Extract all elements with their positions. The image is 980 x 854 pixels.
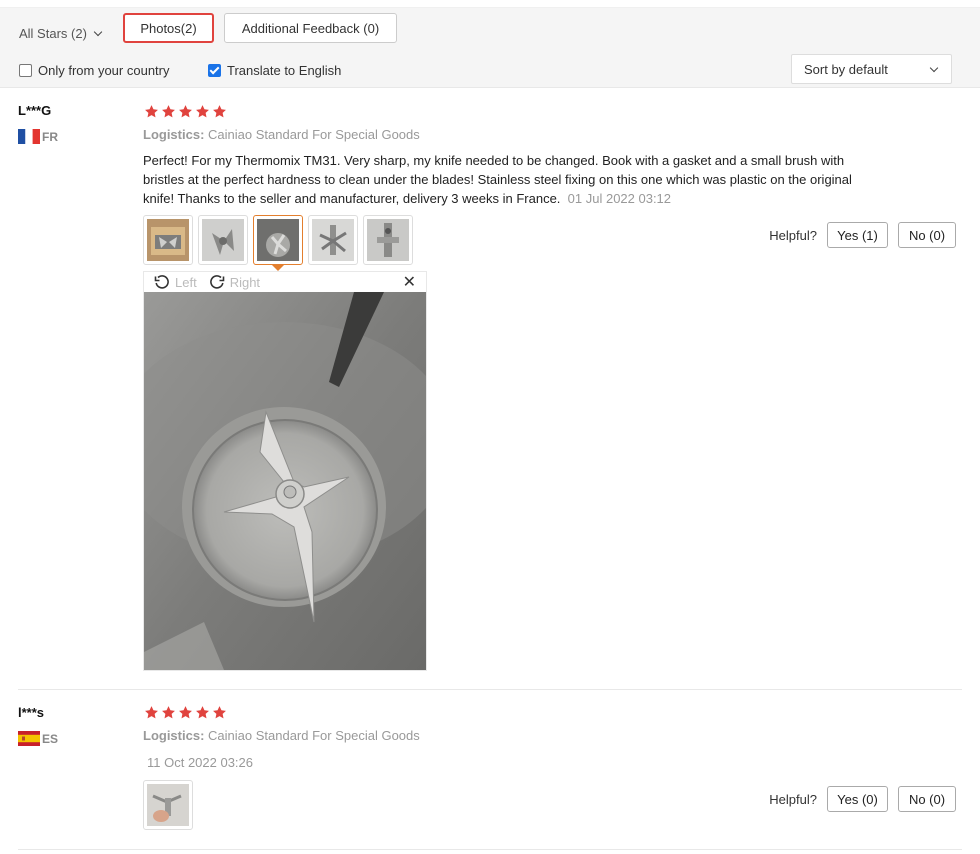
star-icon [212,705,227,720]
star-rating [144,705,227,720]
photo-thumbnail-selected[interactable] [253,215,303,271]
photo-thumbnail-image [147,219,189,261]
review-text: Perfect! For my Thermomix TM31. Very sha… [143,151,855,208]
review-divider [18,849,962,850]
helpful-label: Helpful? [769,791,817,807]
photo-thumbnail[interactable] [143,215,193,265]
only-country-label: Only from your country [38,62,170,78]
filter-bar: All Stars (2) Photos(2) Additional Feedb… [0,8,980,88]
review-date: 01 Jul 2022 03:12 [567,191,672,206]
spain-flag-icon [18,731,40,746]
star-icon [195,705,210,720]
photo-viewer: Left Right ✕ [143,271,427,671]
chevron-down-icon [929,63,939,72]
reviewer-name: L***G [18,103,52,118]
photo-thumbnail[interactable] [198,215,248,265]
photos-tab-button[interactable]: Photos(2) [123,13,214,43]
rotate-right-icon [209,275,224,289]
reviewer-country: ES [18,731,58,746]
photo-thumbnail-image [257,219,299,261]
sort-select-value: Sort by default [804,61,888,77]
review-body: Perfect! For my Thermomix TM31. Very sha… [143,153,852,206]
helpful-vote: Helpful? Yes (1) No (0) [769,222,956,248]
star-icon [212,104,227,119]
rotate-left-label: Left [175,274,197,290]
photo-thumbnails [143,215,413,271]
only-country-option[interactable]: Only from your country [19,61,170,79]
chevron-down-icon [93,27,103,36]
helpful-vote: Helpful? Yes (0) No (0) [769,786,956,812]
photo-thumbnail[interactable] [308,215,358,265]
logistics-value: Cainiao Standard For Special Goods [208,728,420,743]
additional-feedback-tab-button[interactable]: Additional Feedback (0) [224,13,397,43]
helpful-yes-button[interactable]: Yes (0) [827,786,888,812]
close-icon[interactable]: ✕ [403,272,416,292]
star-icon [161,104,176,119]
helpful-no-button[interactable]: No (0) [898,786,956,812]
photo-viewer-toolbar: Left Right ✕ [144,272,426,292]
review-divider [18,689,962,690]
review-photo-large [144,292,426,670]
rotate-left-button[interactable]: Left [154,274,197,290]
helpful-no-button[interactable]: No (0) [898,222,956,248]
france-flag-icon [18,129,40,144]
translate-option[interactable]: Translate to English [208,61,341,79]
star-rating [144,104,227,119]
translate-label: Translate to English [227,62,342,78]
photo-thumbnail-image [147,784,189,826]
rotate-right-label: Right [229,274,261,290]
review-date: 11 Oct 2022 03:26 [147,755,254,770]
country-code: ES [42,731,59,746]
helpful-label: Helpful? [769,227,817,243]
logistics-label: Logistics: [143,728,205,743]
rotate-left-icon [154,275,169,289]
photo-thumbnail-image [312,219,354,261]
star-icon [144,104,159,119]
reviewer-country: FR [18,129,58,144]
top-strip [0,0,980,8]
star-icon [144,705,159,720]
star-icon [178,705,193,720]
review-text: 11 Oct 2022 03:26 [147,753,859,772]
star-icon [195,104,210,119]
star-icon [161,705,176,720]
translate-checkbox[interactable] [208,63,221,77]
logistics-label: Logistics: [143,127,205,142]
photo-thumbnails [143,780,193,830]
photo-thumbnail[interactable] [363,215,413,265]
photo-thumbnail-image [202,219,244,261]
photo-thumbnail-image [367,219,409,261]
rotate-right-button[interactable]: Right [209,274,260,290]
star-icon [178,104,193,119]
only-country-checkbox[interactable] [19,63,32,77]
country-code: FR [42,129,58,144]
star-filter-dropdown[interactable]: All Stars (2) [19,20,103,46]
photo-thumbnail[interactable] [143,780,193,830]
sort-select[interactable]: Sort by default [791,54,952,84]
helpful-yes-button[interactable]: Yes (1) [827,222,888,248]
logistics-info: Logistics: Cainiao Standard For Special … [143,728,420,743]
logistics-info: Logistics: Cainiao Standard For Special … [143,127,420,142]
reviewer-name: l***s [18,705,45,720]
star-filter-label: All Stars (2) [19,25,87,41]
logistics-value: Cainiao Standard For Special Goods [208,127,420,142]
